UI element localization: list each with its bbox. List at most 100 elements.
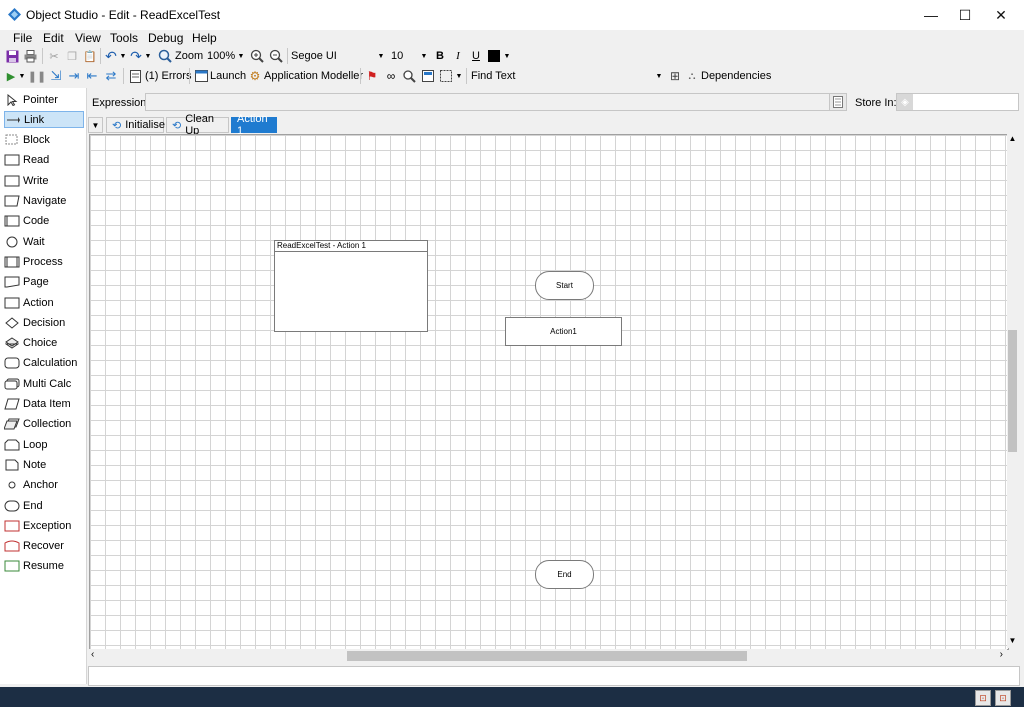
palette-item-action[interactable]: Action [4, 294, 82, 311]
run-icon[interactable]: ▶ [4, 66, 18, 86]
bold-button[interactable]: B [434, 46, 446, 66]
expression-builder-icon[interactable] [829, 94, 846, 110]
menu-debug[interactable]: Debug [148, 31, 183, 45]
redo-dropdown-icon[interactable]: ▼ [144, 46, 152, 66]
zoom-in-icon[interactable] [249, 46, 265, 66]
breakpoint-flag-icon[interactable]: ⚑ [364, 66, 380, 86]
step-out-icon[interactable]: ⇤ [84, 66, 100, 86]
menu-file[interactable]: File [13, 31, 32, 45]
vertical-scroll-thumb[interactable] [1008, 330, 1017, 452]
font-name-select[interactable]: Segoe UI [291, 46, 337, 66]
start-stage[interactable]: Start [535, 271, 594, 300]
palette-item-read[interactable]: Read [4, 152, 82, 169]
palette-item-wait[interactable]: Wait [4, 233, 82, 250]
view-panel-icon[interactable] [420, 66, 436, 86]
menu-edit[interactable]: Edit [43, 31, 64, 45]
palette-item-link[interactable]: Link [4, 111, 84, 129]
scroll-up-icon[interactable]: ▲ [1007, 134, 1018, 146]
tabs-menu-icon[interactable]: ▼ [88, 117, 103, 133]
close-button[interactable]: ✕ [978, 0, 1024, 30]
process-canvas[interactable]: ReadExcelTest - Action 1 Start Action1 E… [89, 134, 1009, 650]
action-stage[interactable]: Action1 [505, 317, 622, 346]
tab-initialise[interactable]: ⟲ Initialise [106, 117, 165, 133]
undo-dropdown-icon[interactable]: ▼ [119, 46, 127, 66]
app-modeller-button[interactable]: Application Modeller [264, 66, 363, 86]
layout-grid-icon[interactable] [438, 66, 454, 86]
palette-item-note[interactable]: Note [4, 456, 82, 473]
palette-item-block[interactable]: Block [4, 132, 82, 149]
color-dropdown-icon[interactable]: ▼ [503, 46, 511, 66]
palette-item-label: Data Item [23, 398, 71, 410]
palette-item-exception[interactable]: Exception [4, 517, 82, 534]
palette-item-recover[interactable]: Recover [4, 538, 82, 555]
info-box-stage[interactable]: ReadExcelTest - Action 1 [274, 240, 428, 332]
palette-item-end[interactable]: End [4, 497, 82, 514]
copy-icon[interactable]: ❐ [64, 46, 80, 66]
end-stage[interactable]: End [535, 560, 594, 589]
save-icon[interactable] [4, 46, 20, 66]
palette-item-collection[interactable]: Collection [4, 416, 82, 433]
palette-item-write[interactable]: Write [4, 172, 82, 189]
menu-view[interactable]: View [75, 31, 101, 45]
data-item-icon [4, 398, 20, 410]
expression-input[interactable] [145, 93, 847, 111]
step-over-icon[interactable]: ⇥ [66, 66, 82, 86]
palette-item-data-item[interactable]: Data Item [4, 396, 82, 413]
palette-item-decision[interactable]: Decision [4, 314, 82, 331]
run-dropdown-icon[interactable]: ▼ [18, 66, 26, 86]
zoom-dropdown-icon[interactable]: ▼ [237, 46, 245, 66]
zoom-out-icon[interactable] [268, 46, 284, 66]
palette-item-pointer[interactable]: Pointer [4, 91, 82, 108]
tray-app-icon[interactable]: ⊡ [975, 690, 991, 706]
launch-button[interactable]: Launch [210, 66, 246, 86]
search-object-icon[interactable] [401, 66, 417, 86]
tab-clean-up[interactable]: ⟲ Clean Up [166, 113, 229, 137]
undo-icon[interactable]: ↶ [103, 46, 119, 66]
scroll-left-icon[interactable]: ‹ [91, 649, 94, 660]
print-icon[interactable] [22, 46, 38, 66]
tab-action-1[interactable]: Action 1 [231, 113, 277, 137]
palette-item-resume[interactable]: Resume [4, 558, 82, 575]
link-view-icon[interactable]: ∞ [383, 66, 399, 86]
tray-app-icon[interactable]: ⊡ [995, 690, 1011, 706]
font-size-select[interactable]: 10 [391, 46, 403, 66]
palette-item-label: Pointer [23, 93, 58, 106]
horizontal-scroll-thumb[interactable] [347, 651, 747, 661]
refresh-icon[interactable]: ⇄ [103, 66, 119, 86]
palette-item-loop[interactable]: Loop [4, 436, 82, 453]
palette-item-process[interactable]: Process [4, 253, 82, 270]
palette-item-page[interactable]: Page [4, 274, 82, 291]
italic-button[interactable]: I [452, 46, 464, 66]
scroll-right-icon[interactable]: › [1000, 649, 1003, 660]
layout-dropdown-icon[interactable]: ▼ [455, 66, 463, 86]
zoom-select[interactable]: 100% [207, 46, 235, 66]
cut-icon[interactable]: ✂ [46, 46, 62, 66]
paste-icon[interactable]: 📋 [82, 46, 98, 66]
step-icon[interactable]: ⇲ [48, 66, 64, 86]
pause-icon[interactable]: ❚❚ [28, 66, 46, 86]
dependencies-button[interactable]: Dependencies [701, 66, 771, 86]
redo-icon[interactable]: ↷ [128, 46, 144, 66]
scroll-down-icon[interactable]: ▼ [1007, 636, 1018, 648]
palette-item-calculation[interactable]: Calculation [4, 355, 82, 372]
palette-item-multi-calc[interactable]: Multi Calc [4, 375, 82, 392]
menu-help[interactable]: Help [192, 31, 217, 45]
write-icon [4, 175, 20, 187]
font-size-dropdown-icon[interactable]: ▼ [420, 46, 428, 66]
dependencies-icon: ⛬ [688, 70, 696, 82]
palette-item-anchor[interactable]: Anchor [4, 477, 82, 494]
palette-item-navigate[interactable]: Navigate [4, 193, 82, 210]
font-name-dropdown-icon[interactable]: ▼ [377, 46, 385, 66]
find-text-dropdown-icon[interactable]: ▼ [655, 66, 663, 86]
exception-icon [4, 520, 20, 532]
zoom-label: Zoom [175, 50, 204, 62]
menu-tools[interactable]: Tools [110, 31, 138, 45]
palette-item-choice[interactable]: Choice [4, 335, 82, 352]
errors-button[interactable]: (1) Errors [145, 66, 191, 86]
palette-item-label: Recover [23, 540, 64, 553]
store-in-input[interactable]: ◈ [896, 93, 1019, 111]
palette-item-code[interactable]: Code [4, 213, 82, 230]
underline-button[interactable]: U [470, 46, 482, 66]
color-picker-icon[interactable] [487, 46, 501, 66]
binoculars-icon[interactable]: ⊞ [667, 66, 683, 86]
